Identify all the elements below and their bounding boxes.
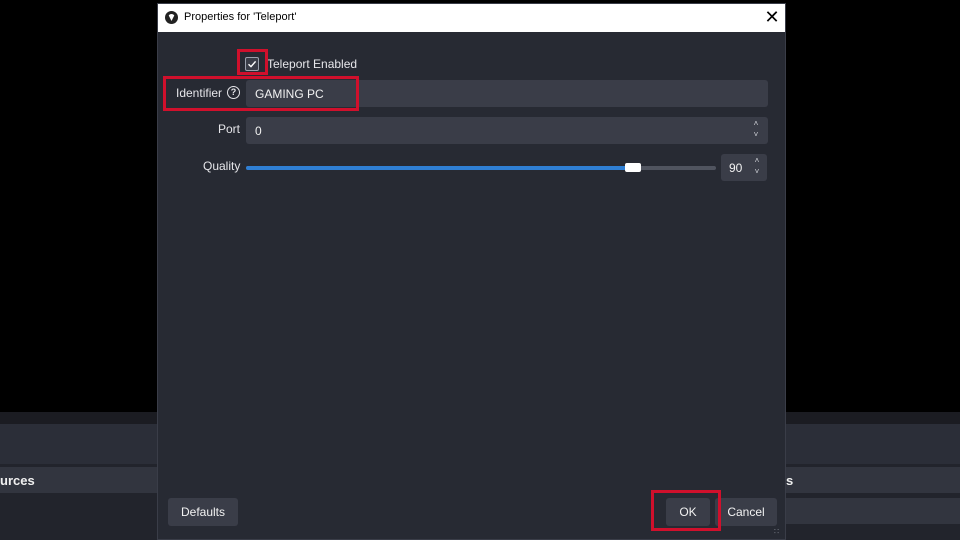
- spin-down-icon[interactable]: ˅: [751, 167, 763, 177]
- properties-dialog: Properties for 'Teleport' ✕ Teleport Ena…: [157, 3, 786, 540]
- sources-dock-title: urces: [0, 473, 35, 488]
- help-icon[interactable]: ?: [227, 86, 240, 99]
- teleport-enabled-checkbox[interactable]: [245, 57, 259, 71]
- quality-label: Quality: [203, 159, 241, 173]
- dialog-titlebar: Properties for 'Teleport' ✕: [158, 4, 785, 32]
- right-dock-row: [786, 498, 960, 524]
- close-icon[interactable]: ✕: [762, 8, 782, 28]
- identifier-label: Identifier: [176, 86, 223, 100]
- checkmark-icon: [248, 60, 257, 68]
- resize-grip-icon[interactable]: ∷: [774, 527, 779, 536]
- identifier-value: GAMING PC: [255, 87, 324, 101]
- defaults-button[interactable]: Defaults: [168, 498, 238, 526]
- dialog-title: Properties for 'Teleport': [184, 11, 297, 23]
- spin-down-icon[interactable]: ˅: [750, 130, 762, 140]
- quality-slider[interactable]: [246, 166, 716, 170]
- ok-button[interactable]: OK: [666, 498, 710, 526]
- identifier-input[interactable]: GAMING PC: [246, 80, 768, 107]
- port-label: Port: [218, 122, 241, 136]
- quality-slider-handle[interactable]: [625, 163, 641, 172]
- quality-slider-fill: [246, 166, 627, 170]
- right-dock-header: [786, 467, 960, 493]
- obs-icon: [165, 11, 178, 24]
- quality-spinbox[interactable]: 90 ˄ ˅: [721, 154, 767, 181]
- spin-up-icon[interactable]: ˄: [750, 119, 762, 129]
- right-dock-title: s: [786, 473, 794, 488]
- cancel-button[interactable]: Cancel: [715, 498, 777, 526]
- quality-value: 90: [729, 161, 743, 175]
- port-spinbox[interactable]: 0 ˄ ˅: [246, 117, 768, 144]
- teleport-enabled-label: Teleport Enabled: [267, 57, 358, 71]
- port-value: 0: [255, 124, 262, 138]
- spin-up-icon[interactable]: ˄: [751, 156, 763, 166]
